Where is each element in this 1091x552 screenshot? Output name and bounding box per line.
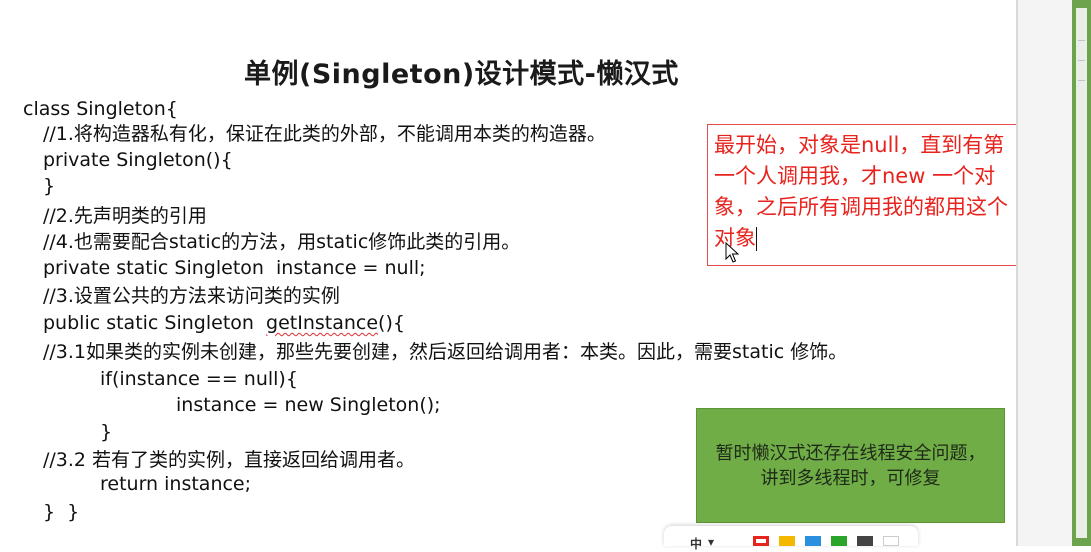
- code-line-constructor-close: }: [43, 175, 56, 197]
- code-line-private-constructor: private Singleton(){: [43, 149, 233, 171]
- scrollbar-track[interactable]: [1076, 8, 1087, 538]
- code-line-class-close: } }: [43, 501, 80, 523]
- code-line-new-instance: instance = new Singleton();: [176, 394, 441, 416]
- code-line-comment-1: //1.将构造器私有化，保证在此类的外部，不能调用本类的构造器。: [43, 123, 606, 145]
- slide-title: 单例(Singleton)设计模式-懒汉式: [244, 59, 679, 90]
- text-caret: [756, 227, 757, 251]
- scrollbar-tick: [1078, 80, 1085, 81]
- code-line-if-null: if(instance == null){: [100, 368, 298, 390]
- code-line-comment-4: //4.也需要配合static的方法，用static修饰此类的引用。: [43, 231, 521, 253]
- annotation-line: 象，之后所有调用我的都用这个: [714, 195, 1008, 219]
- code-line-comment-2: //2.先声明类的引用: [43, 205, 207, 227]
- code-line-return: return instance;: [100, 473, 252, 495]
- code-text-public-static: public static Singleton: [43, 312, 267, 334]
- color-swatch-blue[interactable]: [805, 536, 821, 546]
- spellcheck-underlined-word: getInstance: [266, 312, 379, 334]
- annotation-line-last: 对象: [714, 223, 1064, 254]
- code-line-comment-3-2: //3.2 若有了类的实例，直接返回给调用者。: [43, 449, 416, 471]
- green-note-text: 暂时懒汉式还存在线程安全问题，讲到多线程时，可修复: [715, 442, 986, 489]
- slide-canvas: 单例(Singleton)设计模式-懒汉式 class Singleton{ /…: [0, 0, 1071, 551]
- ime-indicator[interactable]: 中: [690, 535, 702, 552]
- code-line-instance-field: private static Singleton instance = null…: [43, 257, 426, 279]
- scrollbar-tick: [1078, 60, 1085, 61]
- code-line-comment-3-1: //3.1如果类的实例未创建，那些先要创建，然后返回给调用者：本类。因此，需要s…: [43, 341, 848, 363]
- annotation-line: 最开始，对象是null，直到有第: [714, 133, 1005, 157]
- code-line-getinstance-decl: public static Singleton getInstance(){: [43, 311, 405, 335]
- color-swatch-red[interactable]: [753, 536, 769, 546]
- mouse-pointer-icon: [725, 242, 739, 263]
- scrollbar-tick: [1078, 40, 1085, 41]
- code-line-comment-3: //3.设置公共的方法来访问类的实例: [43, 285, 340, 307]
- code-text-parens: (){: [378, 312, 405, 334]
- pen-color-palette: 中 ▾: [664, 526, 918, 551]
- color-swatch-green[interactable]: [831, 536, 847, 546]
- code-line-class-decl: class Singleton{: [23, 98, 178, 120]
- color-swatch-black[interactable]: [857, 536, 873, 546]
- chevron-down-icon[interactable]: ▾: [708, 535, 714, 549]
- panel-divider[interactable]: [1016, 0, 1018, 546]
- color-swatch-yellow[interactable]: [779, 536, 795, 546]
- annotation-line: 一个人调用我，才new 一个对: [714, 164, 996, 188]
- note-shape-green[interactable]: 暂时懒汉式还存在线程安全问题，讲到多线程时，可修复: [696, 408, 1005, 523]
- color-swatch-white[interactable]: [883, 536, 899, 546]
- code-line-if-close: }: [100, 421, 113, 443]
